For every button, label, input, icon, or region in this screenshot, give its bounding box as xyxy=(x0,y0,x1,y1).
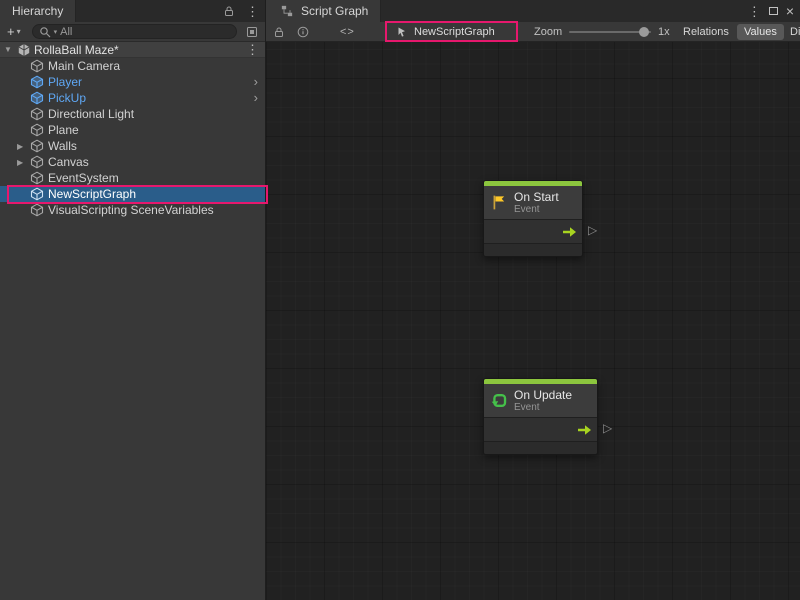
relations-toggle-button[interactable]: Relations xyxy=(678,24,734,40)
graph-tab-label: Script Graph xyxy=(301,4,368,18)
flag-icon xyxy=(491,194,508,211)
node-footer xyxy=(484,441,597,454)
scene-name: RollaBall Maze* xyxy=(34,43,119,57)
scene-row[interactable]: ▼ RollaBall Maze* ⋮ xyxy=(0,42,265,58)
eventsystem-icon xyxy=(30,171,44,185)
script-graph-panel: <> NewScriptGraph Zoom 1x Relations Valu… xyxy=(265,22,800,600)
output-flow-port-icon[interactable] xyxy=(577,424,592,436)
lock-icon[interactable] xyxy=(220,2,238,20)
cube-icon xyxy=(30,203,44,217)
tab-hierarchy[interactable]: Hierarchy xyxy=(0,0,76,22)
values-toggle-button[interactable]: Values xyxy=(737,24,784,40)
camera-icon xyxy=(30,59,44,73)
zoom-value: 1x xyxy=(658,26,670,38)
prefab-cube-icon xyxy=(30,91,44,105)
cube-icon xyxy=(30,139,44,153)
unity-scene-icon xyxy=(17,43,31,57)
graph-icon xyxy=(278,2,296,20)
hierarchy-item-eventsystem[interactable]: EventSystem xyxy=(0,170,265,186)
zoom-label: Zoom xyxy=(534,26,562,38)
light-icon xyxy=(30,107,44,121)
zoom-slider[interactable] xyxy=(569,31,651,33)
hierarchy-item-player[interactable]: Player › xyxy=(0,74,265,90)
node-port-row xyxy=(484,417,597,441)
hierarchy-item-visualscripting-scenevariables[interactable]: VisualScripting SceneVariables xyxy=(0,202,265,218)
scene-menu-icon[interactable]: ⋮ xyxy=(246,43,259,56)
hierarchy-tabstrip: Hierarchy ⋮ xyxy=(0,0,265,22)
info-icon[interactable] xyxy=(294,23,312,41)
hierarchy-item-pickup[interactable]: PickUp › xyxy=(0,90,265,106)
hierarchy-item-newscriptgraph[interactable]: NewScriptGraph xyxy=(0,186,265,202)
graph-menu-icon[interactable]: ⋮ xyxy=(748,5,761,18)
tab-script-graph[interactable]: Script Graph xyxy=(266,0,381,22)
script-graph-asset-icon xyxy=(397,26,409,38)
output-flow-port-icon[interactable] xyxy=(562,226,577,238)
maximize-icon[interactable] xyxy=(769,7,778,15)
fold-closed-icon[interactable]: ▶ xyxy=(17,158,23,167)
node-subtitle: Event xyxy=(514,204,559,215)
graph-tabstrip: Script Graph ⋮ × xyxy=(265,0,800,22)
hierarchy-search-input[interactable]: ▾ All xyxy=(32,24,237,39)
hierarchy-item-walls[interactable]: ▶ Walls xyxy=(0,138,265,154)
hierarchy-tree: ▼ RollaBall Maze* ⋮ Main Camera Player ›… xyxy=(0,42,265,218)
node-title: On Update xyxy=(514,389,572,402)
graph-name-breadcrumb[interactable]: NewScriptGraph xyxy=(391,22,501,42)
prefab-cube-icon xyxy=(30,75,44,89)
hierarchy-item-directional-light[interactable]: Directional Light xyxy=(0,106,265,122)
node-on-start[interactable]: On Start Event xyxy=(483,180,583,257)
hierarchy-item-plane[interactable]: Plane xyxy=(0,122,265,138)
cube-icon xyxy=(30,123,44,137)
graph-canvas[interactable]: On Start Event ▷ xyxy=(266,42,800,600)
search-filter-caret-icon[interactable]: ▾ xyxy=(54,28,58,36)
node-header: On Start Event xyxy=(484,186,582,219)
prefab-open-arrow-icon[interactable]: › xyxy=(254,90,258,105)
dim-toggle-button[interactable]: Dim xyxy=(785,24,800,40)
prefab-open-arrow-icon[interactable]: › xyxy=(254,74,258,89)
search-filter-label: All xyxy=(60,26,72,38)
node-subtitle: Event xyxy=(514,402,572,413)
zoom-slider-handle[interactable] xyxy=(639,27,649,37)
hierarchy-item-canvas[interactable]: ▶ Canvas xyxy=(0,154,265,170)
graph-toolbar: <> NewScriptGraph Zoom 1x Relations Valu… xyxy=(266,22,800,42)
picker-window-icon[interactable] xyxy=(243,23,261,41)
node-header: On Update Event xyxy=(484,384,597,417)
canvas-icon xyxy=(30,155,44,169)
node-on-update[interactable]: On Update Event xyxy=(483,378,598,455)
close-icon[interactable]: × xyxy=(786,4,794,18)
hierarchy-item-main-camera[interactable]: Main Camera xyxy=(0,58,265,74)
add-object-button[interactable]: + ▾ xyxy=(4,24,24,39)
port-connect-arrow-icon[interactable]: ▷ xyxy=(588,222,597,238)
code-view-icon[interactable]: <> xyxy=(340,26,355,38)
node-footer xyxy=(484,243,582,256)
lock-icon[interactable] xyxy=(270,23,288,41)
fold-open-icon[interactable]: ▼ xyxy=(4,45,14,54)
unity-editor-window: Hierarchy ⋮ Script Graph ⋮ × + ▾ xyxy=(0,0,800,600)
cube-icon xyxy=(30,187,44,201)
hierarchy-menu-icon[interactable]: ⋮ xyxy=(246,5,259,18)
port-connect-arrow-icon[interactable]: ▷ xyxy=(603,420,612,436)
hierarchy-panel: + ▾ ▾ All ▼ RollaBall Maze* ⋮ xyxy=(0,22,265,600)
search-icon xyxy=(39,26,51,38)
fold-closed-icon[interactable]: ▶ xyxy=(17,142,23,151)
node-port-row xyxy=(484,219,582,243)
chevron-down-icon: ▾ xyxy=(17,27,21,36)
hierarchy-tab-label: Hierarchy xyxy=(12,4,63,18)
hierarchy-toolbar: + ▾ ▾ All xyxy=(0,22,265,42)
node-title: On Start xyxy=(514,191,559,204)
loop-icon xyxy=(491,392,508,409)
